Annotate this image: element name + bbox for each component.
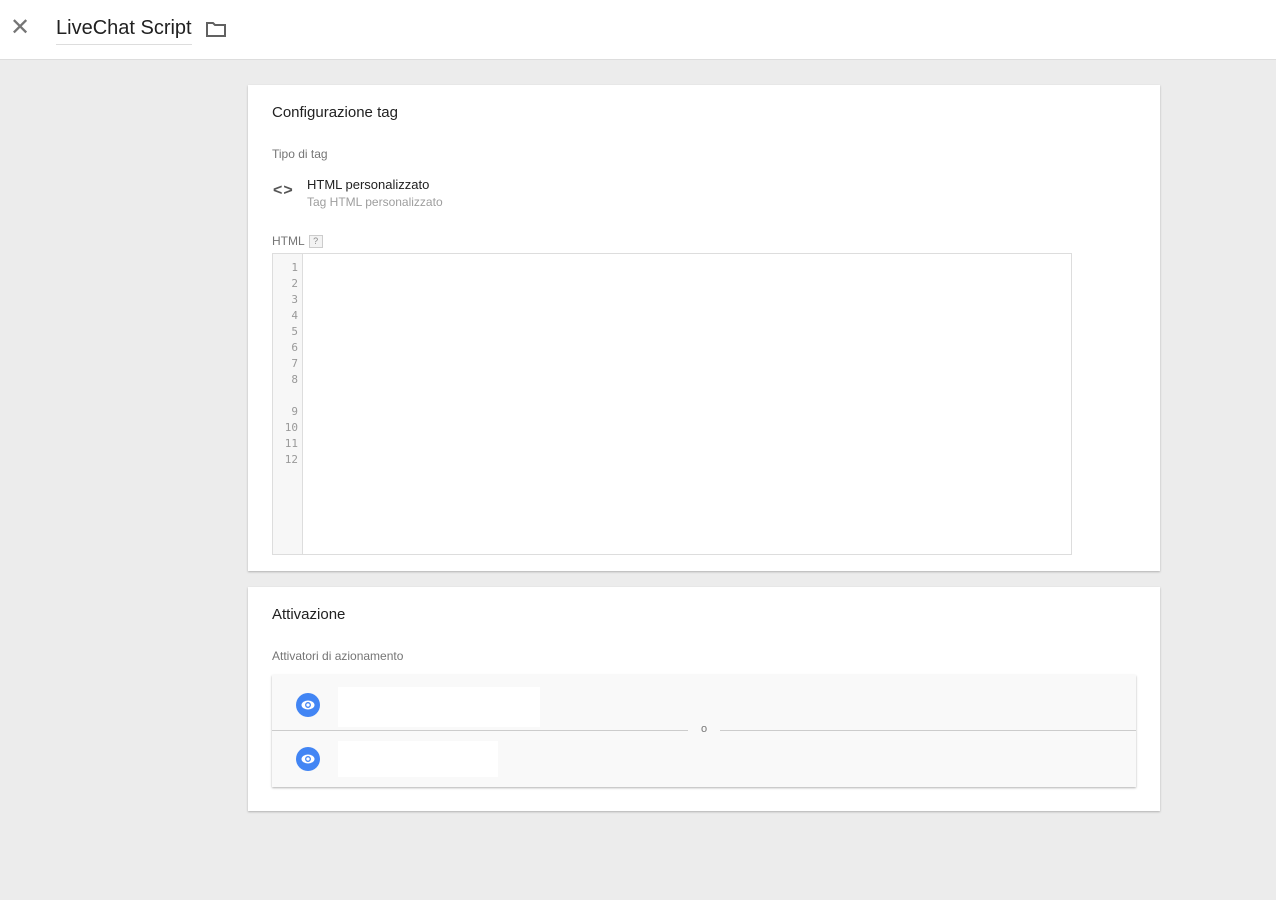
eye-icon xyxy=(296,747,320,771)
line-number: 8 xyxy=(291,373,298,386)
close-icon[interactable]: ✕ xyxy=(10,16,30,40)
eye-icon xyxy=(296,693,320,717)
top-bar: ✕ LiveChat Script xyxy=(0,0,1276,60)
trigger-name xyxy=(338,687,540,727)
line-number: 12 xyxy=(284,453,298,466)
folder-icon[interactable] xyxy=(205,20,227,43)
html-label: HTML? xyxy=(272,234,323,249)
line-number: 5 xyxy=(291,325,298,338)
line-number: 1 xyxy=(291,261,298,274)
html-code-editor[interactable]: 1 2 3 4 5 6 7 8 9 10 11 12 xyxy=(272,253,1072,555)
line-number: 4 xyxy=(291,309,298,322)
tag-type-label: Tipo di tag xyxy=(272,147,328,161)
tag-type-subtitle: Tag HTML personalizzato xyxy=(307,195,443,209)
tag-configuration-card[interactable]: Configurazione tag Tipo di tag <> HTML p… xyxy=(248,85,1160,571)
tag-type-title: HTML personalizzato xyxy=(307,177,430,192)
card-heading: Configurazione tag xyxy=(272,104,398,121)
triggering-card: Attivazione Attivatori di azionamento o xyxy=(248,587,1160,811)
line-number-gutter: 1 2 3 4 5 6 7 8 9 10 11 12 xyxy=(273,254,303,554)
card-heading: Attivazione xyxy=(272,606,346,623)
line-number: 2 xyxy=(291,277,298,290)
line-number: 6 xyxy=(291,341,298,354)
line-number: 9 xyxy=(291,405,298,418)
trigger-name xyxy=(338,741,498,777)
line-number xyxy=(273,388,298,404)
tag-name-input[interactable]: LiveChat Script xyxy=(56,17,192,45)
line-number: 11 xyxy=(284,437,298,450)
line-number: 3 xyxy=(291,293,298,306)
trigger-row[interactable] xyxy=(272,731,1136,787)
line-number: 7 xyxy=(291,357,298,370)
line-number: 10 xyxy=(284,421,298,434)
html-label-text: HTML xyxy=(272,234,305,248)
trigger-list[interactable]: o xyxy=(272,675,1136,787)
help-icon[interactable]: ? xyxy=(308,235,323,249)
code-icon: <> xyxy=(273,182,294,199)
triggers-label: Attivatori di azionamento xyxy=(272,649,404,663)
